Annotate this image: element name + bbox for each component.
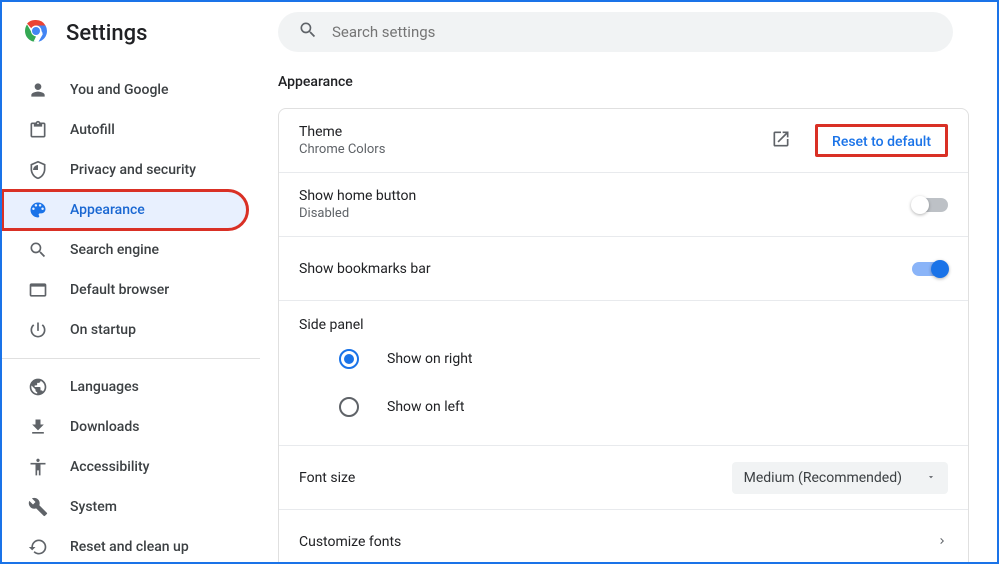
- nav-divider: [2, 358, 260, 359]
- reset-highlight: Reset to default: [815, 124, 948, 157]
- accessibility-icon: [28, 457, 48, 477]
- open-external-icon[interactable]: [771, 129, 791, 153]
- sidebar-item-search-engine[interactable]: Search engine: [2, 230, 248, 270]
- sidebar-item-default-browser[interactable]: Default browser: [2, 270, 248, 310]
- globe-icon: [28, 377, 48, 397]
- clipboard-icon: [28, 120, 48, 140]
- browser-icon: [28, 280, 48, 300]
- search-icon: [28, 240, 48, 260]
- sidebar-item-label: Privacy and security: [70, 162, 196, 178]
- sidebar-item-label: Accessibility: [70, 459, 149, 475]
- sidebar-item-system[interactable]: System: [2, 487, 248, 527]
- appearance-card: Theme Chrome Colors Reset to default Sho…: [278, 108, 969, 562]
- reset-to-default-button[interactable]: Reset to default: [826, 126, 937, 158]
- font-size-value: Medium (Recommended): [744, 470, 902, 486]
- sidebar-item-you-google[interactable]: You and Google: [2, 70, 248, 110]
- sidebar-item-languages[interactable]: Languages: [2, 367, 248, 407]
- home-button-toggle[interactable]: [912, 198, 948, 212]
- font-size-select[interactable]: Medium (Recommended): [732, 462, 948, 494]
- home-button-row: Show home button Disabled: [279, 173, 968, 237]
- sidebar-item-label: System: [70, 499, 117, 515]
- sidebar[interactable]: You and Google Autofill Privacy and secu…: [2, 64, 260, 562]
- side-panel-left-option[interactable]: Show on left: [339, 397, 908, 417]
- font-size-title: Font size: [299, 470, 732, 486]
- side-panel-title: Side panel: [299, 317, 948, 333]
- theme-subtitle: Chrome Colors: [299, 142, 771, 157]
- radio-icon: [339, 349, 359, 369]
- search-bar[interactable]: [278, 12, 953, 52]
- home-button-subtitle: Disabled: [299, 206, 912, 221]
- side-panel-row: Side panel Show on right Show on left: [279, 301, 968, 446]
- theme-row: Theme Chrome Colors Reset to default: [279, 109, 968, 173]
- restore-icon: [28, 537, 48, 557]
- page-heading: Appearance: [278, 74, 969, 90]
- radio-label: Show on right: [387, 351, 473, 367]
- chevron-down-icon: [926, 470, 936, 486]
- sidebar-item-autofill[interactable]: Autofill: [2, 110, 248, 150]
- sidebar-item-appearance[interactable]: Appearance: [2, 190, 248, 230]
- sidebar-item-label: Downloads: [70, 419, 139, 435]
- bookmarks-toggle[interactable]: [912, 262, 948, 276]
- font-size-row: Font size Medium (Recommended): [279, 446, 968, 510]
- search-icon: [298, 20, 318, 44]
- download-icon: [28, 417, 48, 437]
- power-icon: [28, 320, 48, 340]
- settings-title: Settings: [66, 21, 147, 46]
- radio-label: Show on left: [387, 399, 464, 415]
- sidebar-item-privacy[interactable]: Privacy and security: [2, 150, 248, 190]
- search-input[interactable]: [332, 23, 933, 41]
- sidebar-item-label: Autofill: [70, 122, 115, 138]
- sidebar-item-label: Appearance: [70, 202, 145, 218]
- sidebar-item-downloads[interactable]: Downloads: [2, 407, 248, 447]
- main-content[interactable]: Appearance Theme Chrome Colors Reset to …: [260, 62, 997, 562]
- customize-fonts-title: Customize fonts: [299, 534, 936, 550]
- sidebar-item-accessibility[interactable]: Accessibility: [2, 447, 248, 487]
- chrome-logo-icon: [24, 19, 48, 47]
- home-button-title: Show home button: [299, 188, 912, 204]
- customize-fonts-row[interactable]: Customize fonts: [279, 510, 968, 562]
- sidebar-item-label: Languages: [70, 379, 139, 395]
- wrench-icon: [28, 497, 48, 517]
- sidebar-item-label: You and Google: [70, 82, 168, 98]
- sidebar-item-reset[interactable]: Reset and clean up: [2, 527, 248, 562]
- sidebar-item-label: Search engine: [70, 242, 159, 258]
- bookmarks-row: Show bookmarks bar: [279, 237, 968, 301]
- shield-icon: [28, 160, 48, 180]
- radio-icon: [339, 397, 359, 417]
- person-icon: [28, 80, 48, 100]
- theme-title: Theme: [299, 124, 771, 140]
- sidebar-item-on-startup[interactable]: On startup: [2, 310, 248, 350]
- chevron-right-icon: [936, 532, 948, 551]
- side-panel-right-option[interactable]: Show on right: [339, 349, 908, 369]
- sidebar-item-label: Default browser: [70, 282, 169, 298]
- sidebar-item-label: Reset and clean up: [70, 539, 189, 555]
- bookmarks-title: Show bookmarks bar: [299, 261, 912, 277]
- sidebar-item-label: On startup: [70, 322, 136, 338]
- palette-icon: [28, 200, 48, 220]
